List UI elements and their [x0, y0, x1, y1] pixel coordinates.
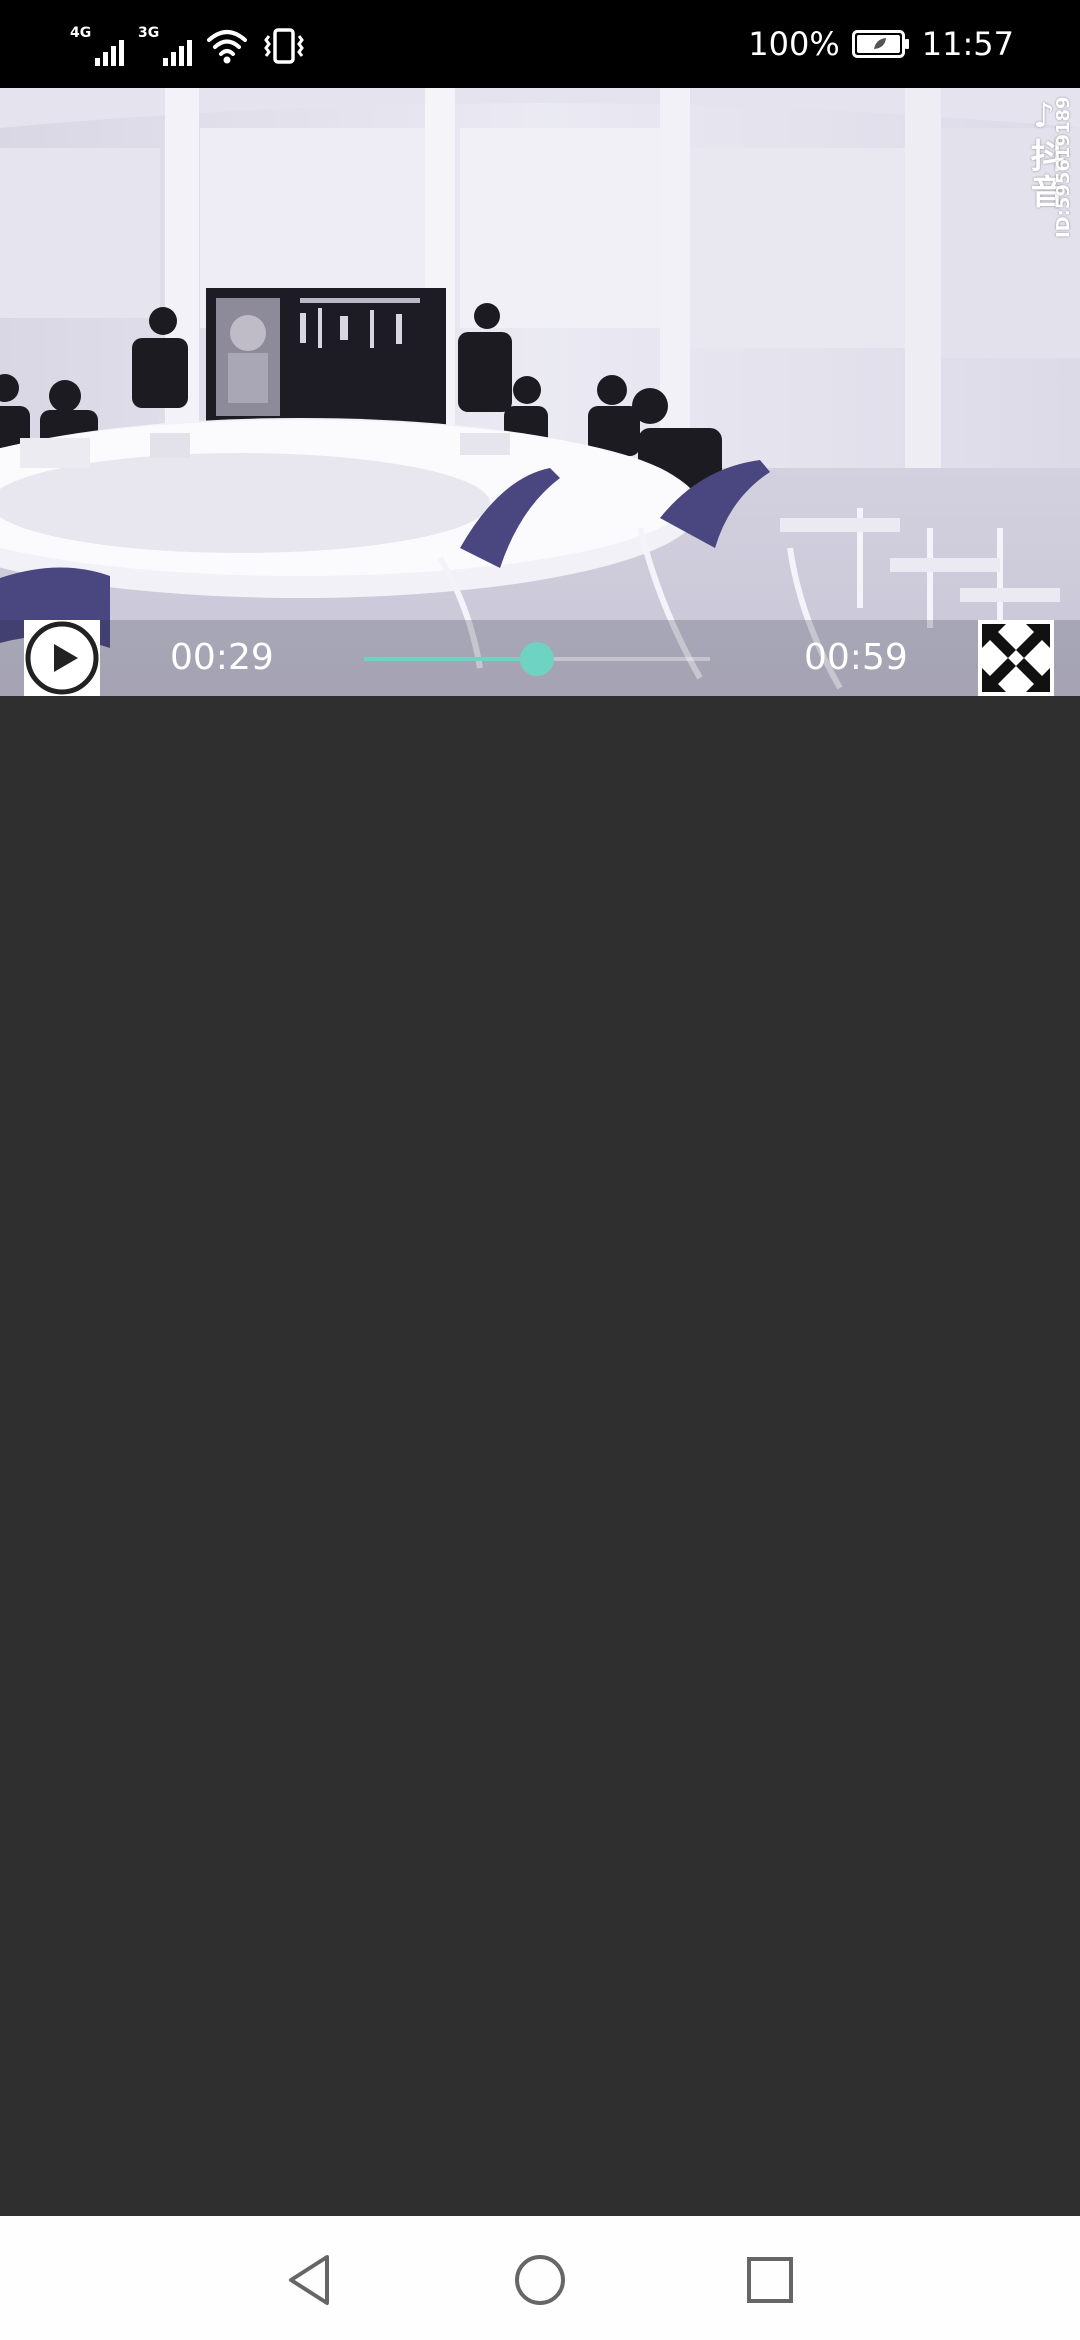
signal-3g-icon: 3G	[138, 26, 192, 66]
network-type-label: 3G	[138, 25, 160, 41]
video-controls: 00:29 00:59	[0, 620, 1080, 696]
fullscreen-button[interactable]	[978, 620, 1054, 696]
navigation-bar	[0, 2216, 1080, 2340]
clock: 11:57	[921, 25, 1014, 63]
play-icon	[25, 621, 99, 695]
wifi-icon	[207, 30, 247, 64]
video-player[interactable]: ♪抖音 ID:595619189	[0, 88, 1080, 696]
signal-4g-icon: 4G	[70, 26, 124, 66]
status-bar: 4G 3G 100% 11:57	[0, 0, 1080, 88]
video-frame	[0, 88, 1080, 696]
current-time: 00:29	[170, 637, 274, 678]
content-area	[0, 696, 1080, 2216]
recents-button[interactable]	[730, 2240, 810, 2320]
seek-progress	[364, 657, 537, 661]
seek-thumb[interactable]	[520, 642, 554, 676]
total-time: 00:59	[804, 637, 908, 678]
vibrate-icon	[264, 28, 304, 64]
home-button[interactable]	[500, 2240, 580, 2320]
douyin-user-id: ID:595619189	[1053, 96, 1074, 238]
battery-percent: 100%	[748, 25, 840, 63]
status-right-icons: 100% 11:57	[748, 18, 1014, 70]
play-button[interactable]	[24, 620, 100, 696]
status-left-icons: 4G 3G	[70, 22, 306, 66]
seek-bar[interactable]	[364, 642, 710, 676]
fullscreen-icon	[982, 624, 1050, 692]
battery-icon	[851, 30, 909, 58]
home-icon	[515, 2255, 565, 2305]
douyin-watermark: ♪抖音 ID:595619189	[1012, 96, 1074, 256]
network-type-label: 4G	[70, 25, 92, 41]
back-icon	[289, 2255, 329, 2305]
recents-icon	[747, 2257, 793, 2303]
back-button[interactable]	[270, 2240, 350, 2320]
